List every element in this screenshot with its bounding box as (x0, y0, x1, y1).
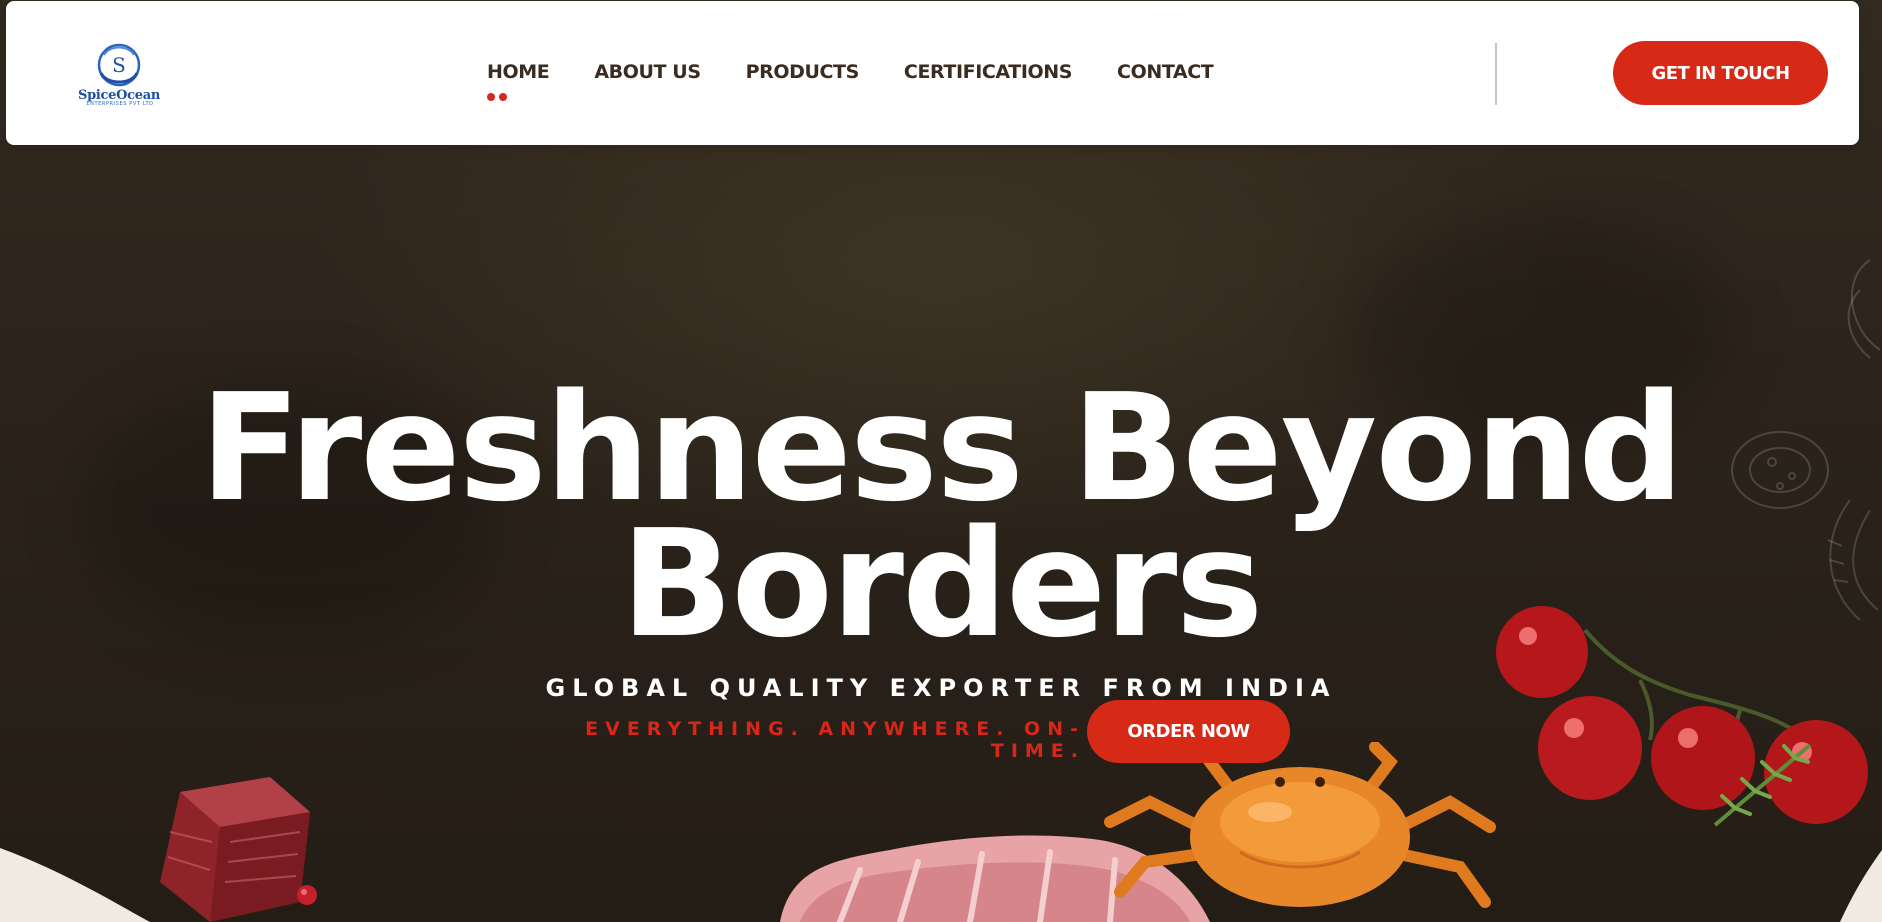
seafood-sketch-icon (1731, 259, 1881, 621)
header-divider (1495, 43, 1497, 105)
nav-item-about-us[interactable]: ABOUT US (594, 61, 701, 83)
hero-title: Freshness Beyond Borders (141, 374, 1741, 658)
logo-tagline: ENTERPRISES PVT LTD (86, 101, 154, 107)
nav-item-home[interactable]: HOME (487, 61, 550, 101)
nav-item-label: ABOUT US (594, 61, 701, 83)
nav-item-label: CERTIFICATIONS (903, 61, 1073, 83)
hero-title-line-2: Borders (620, 498, 1264, 670)
nav-item-label: PRODUCTS (745, 61, 860, 83)
order-now-button[interactable]: ORDER NOW (1087, 700, 1290, 763)
site-header: S SpiceOcean ENTERPRISES PVT LTD HOME AB… (6, 1, 1859, 145)
main-nav: HOME ABOUT US PRODUCTS CERTIFICATIONS CO… (487, 61, 1214, 101)
brand-logo[interactable]: S SpiceOcean ENTERPRISES PVT LTD (76, 41, 162, 107)
hero-subtitle: GLOBAL QUALITY EXPORTER FROM INDIA (545, 674, 1337, 702)
nav-item-label: HOME (487, 61, 550, 83)
crab-image (1104, 742, 1496, 908)
nav-item-label: CONTACT (1117, 61, 1214, 83)
hero-tagline: EVERYTHING. ANYWHERE. ON-TIME. (585, 718, 1085, 762)
nav-item-products[interactable]: PRODUCTS (745, 61, 860, 83)
active-indicator-dots (487, 93, 507, 101)
meat-cube-image (160, 777, 310, 922)
nav-item-certifications[interactable]: CERTIFICATIONS (903, 61, 1073, 83)
page: S SpiceOcean ENTERPRISES PVT LTD HOME AB… (0, 0, 1882, 922)
nav-item-contact[interactable]: CONTACT (1117, 61, 1214, 83)
get-in-touch-button[interactable]: GET IN TOUCH (1613, 41, 1828, 105)
logo-letter: S (112, 53, 126, 77)
pink-peppercorn-image (297, 885, 317, 905)
logo-emblem-icon: S (97, 43, 141, 87)
